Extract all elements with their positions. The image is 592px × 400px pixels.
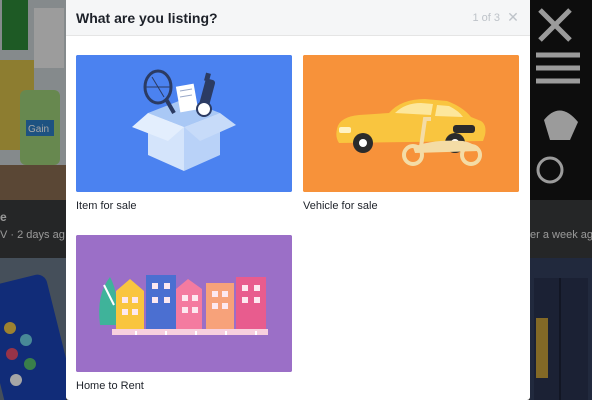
listing-image-detergent: Gain <box>0 0 66 200</box>
option-home-to-rent[interactable]: Home to Rent <box>76 235 292 392</box>
listing-image-shirt <box>530 0 592 200</box>
box-illustration <box>76 55 292 192</box>
houses-illustration <box>76 235 292 372</box>
option-item-for-sale[interactable]: Item for sale <box>76 55 292 212</box>
close-icon[interactable]: ✕ <box>506 9 520 25</box>
dialog-header: What are you listing? 1 of 3 ✕ <box>66 0 530 36</box>
listing-title: e <box>0 210 7 224</box>
listing-meta: er a week ag <box>530 229 592 241</box>
svg-text:Gain: Gain <box>28 124 49 135</box>
listing-image-jeans <box>530 258 592 400</box>
car-scooter-illustration <box>303 55 519 192</box>
option-label: Home to Rent <box>76 380 144 392</box>
option-label: Vehicle for sale <box>303 200 378 212</box>
listing-meta: V · 2 days ag <box>0 229 65 241</box>
step-indicator: 1 of 3 <box>472 11 500 24</box>
listing-type-dialog: What are you listing? 1 of 3 ✕ Item for … <box>66 0 530 400</box>
listing-image-phone <box>0 258 66 400</box>
dialog-title: What are you listing? <box>76 9 218 26</box>
option-vehicle-for-sale[interactable]: Vehicle for sale <box>303 55 519 212</box>
option-label: Item for sale <box>76 200 137 212</box>
